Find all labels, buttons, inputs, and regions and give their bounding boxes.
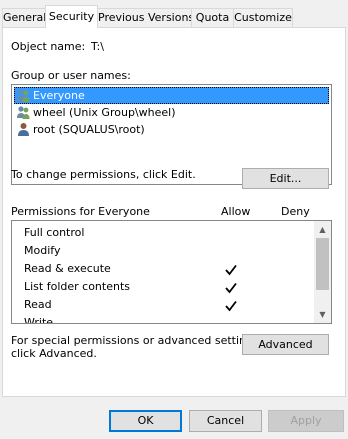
- advanced-text-line2: click Advanced.: [11, 347, 97, 360]
- tab-customize[interactable]: Customize: [233, 8, 293, 27]
- tab-previous-versions[interactable]: Previous Versions: [97, 8, 194, 27]
- tab-quota[interactable]: Quota: [191, 8, 234, 27]
- scroll-thumb[interactable]: [316, 238, 329, 290]
- tab-security[interactable]: Security: [45, 5, 98, 28]
- user-name: root (SQUALUS\root): [33, 123, 145, 136]
- tab-general[interactable]: General: [2, 8, 46, 27]
- ok-button[interactable]: OK: [109, 410, 182, 432]
- group-users-label: Group or user names:: [11, 69, 131, 82]
- permission-read-execute: Read & execute: [24, 262, 111, 275]
- allow-check-icon: [224, 299, 238, 313]
- permissions-header: Permissions for Everyone: [11, 205, 150, 218]
- tab-strip: General Security Previous Versions Quota…: [0, 0, 348, 28]
- permission-list-folder-contents: List folder contents: [24, 280, 130, 293]
- allow-column-header: Allow: [221, 205, 251, 218]
- scroll-up-icon[interactable]: ▲: [314, 221, 331, 238]
- user-row-root[interactable]: root (SQUALUS\root): [14, 121, 329, 138]
- security-panel: Object name: T:\ Group or user names: Ev…: [2, 27, 346, 397]
- permissions-list[interactable]: Full control Modify Read & execute List …: [11, 220, 332, 324]
- user-icon: [16, 122, 31, 137]
- apply-button[interactable]: Apply: [268, 410, 344, 432]
- group-icon: [16, 88, 31, 103]
- user-row-wheel[interactable]: wheel (Unix Group\wheel): [14, 104, 329, 121]
- allow-check-icon: [224, 281, 238, 295]
- permission-modify: Modify: [24, 244, 61, 257]
- cancel-button[interactable]: Cancel: [189, 410, 262, 432]
- allow-check-icon: [224, 263, 238, 277]
- scroll-down-icon[interactable]: ▼: [314, 306, 331, 323]
- user-row-everyone[interactable]: Everyone: [14, 87, 329, 104]
- user-name: Everyone: [33, 89, 85, 102]
- permission-full-control: Full control: [24, 226, 85, 239]
- permission-write: Write: [24, 316, 54, 324]
- permission-read: Read: [24, 298, 52, 311]
- deny-column-header: Deny: [281, 205, 310, 218]
- permissions-scrollbar[interactable]: ▲ ▼: [314, 221, 331, 323]
- edit-button[interactable]: Edit...: [242, 168, 329, 189]
- object-name-value: T:\: [91, 40, 104, 53]
- change-permissions-text: To change permissions, click Edit.: [11, 168, 196, 181]
- group-icon: [16, 105, 31, 120]
- advanced-button[interactable]: Advanced: [242, 334, 329, 355]
- user-name: wheel (Unix Group\wheel): [33, 106, 176, 119]
- object-name-label: Object name:: [11, 40, 86, 53]
- advanced-text-line1: For special permissions or advanced sett…: [11, 334, 263, 347]
